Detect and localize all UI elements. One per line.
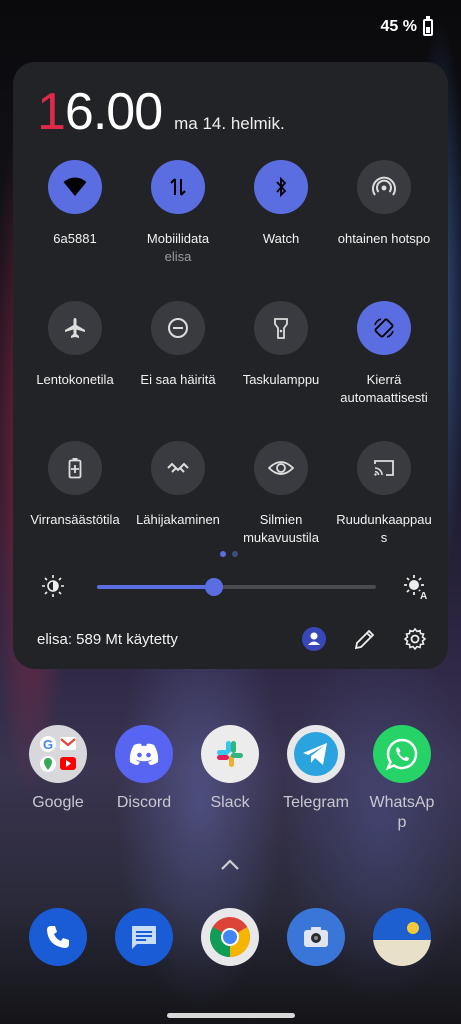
app-label: Discord	[116, 794, 172, 811]
telegram-icon[interactable]	[287, 725, 345, 783]
clock-row: 16.00 ma 14. helmik.	[37, 82, 285, 142]
user-icon[interactable]	[301, 626, 327, 652]
data-usage-text[interactable]: elisa: 589 Mt käytetty	[37, 631, 275, 648]
quick-settings-footer: elisa: 589 Mt käytetty	[37, 627, 427, 651]
brightness-row: A	[41, 574, 431, 602]
chrome-icon[interactable]	[201, 908, 259, 966]
quick-settings-panel: 16.00 ma 14. helmik. 6a5881 Mobiilidata …	[13, 62, 448, 669]
dock-weather[interactable]	[359, 908, 445, 966]
discord-icon[interactable]	[115, 725, 173, 783]
hotspot-icon[interactable]	[357, 160, 411, 214]
do-not-disturb-icon[interactable]	[151, 301, 205, 355]
tile-auto-rotate[interactable]: Kierrä automaattisesti	[332, 301, 436, 407]
tile-label: 6a5881	[53, 231, 97, 246]
tile-label: Kierrä	[366, 372, 402, 387]
nearby-share-icon[interactable]	[151, 441, 205, 495]
tile-label: Ruudunkaappau	[336, 512, 432, 527]
clock-rest: 6.00	[64, 83, 163, 141]
auto-brightness-icon[interactable]: A	[403, 574, 429, 605]
tile-flashlight[interactable]: Taskulamppu	[229, 301, 333, 389]
tile-wifi[interactable]: 6a5881	[23, 160, 127, 248]
messages-icon[interactable]	[115, 908, 173, 966]
app-label: WhatsAp p	[359, 793, 445, 833]
dock-messages[interactable]	[101, 908, 187, 966]
dock-camera[interactable]	[273, 908, 359, 966]
page-dot-active	[220, 551, 226, 557]
whatsapp-icon[interactable]	[373, 725, 431, 783]
tile-label: Ei saa häiritä	[140, 372, 216, 387]
settings-gear-icon[interactable]	[403, 627, 427, 651]
screen-cast-icon[interactable]	[357, 441, 411, 495]
brightness-thumb[interactable]	[205, 578, 224, 596]
google-folder-icon[interactable]: G	[29, 725, 87, 783]
tile-eye-comfort[interactable]: Silmien mukavuustila	[229, 441, 333, 547]
tile-sublabel: elisa	[164, 249, 192, 264]
brightness-slider[interactable]	[97, 578, 376, 596]
battery-icon	[423, 15, 433, 36]
app-drawer-chevron-icon[interactable]	[219, 858, 241, 877]
wifi-icon[interactable]	[48, 160, 102, 214]
home-gesture-bar[interactable]	[167, 1013, 295, 1018]
airplane-icon[interactable]	[48, 301, 102, 355]
clock-first-digit: 1	[37, 83, 66, 141]
tile-airplane-mode[interactable]: Lentokonetila	[23, 301, 127, 389]
flashlight-icon[interactable]	[254, 301, 308, 355]
app-label-line1: WhatsAp	[369, 794, 435, 811]
tile-label: Taskulamppu	[242, 372, 320, 387]
svg-text:A: A	[420, 591, 427, 600]
tile-bluetooth[interactable]: Watch	[229, 160, 333, 248]
tile-label: Virransäästötila	[30, 512, 120, 527]
clock[interactable]: 16.00	[37, 82, 163, 142]
dock-chrome[interactable]	[187, 908, 273, 966]
brightness-fill	[97, 585, 215, 589]
tile-label: Silmien	[259, 512, 303, 527]
app-label: Slack	[210, 794, 250, 811]
weather-icon[interactable]	[373, 908, 431, 966]
tile-do-not-disturb[interactable]: Ei saa häiritä	[126, 301, 230, 389]
dock-phone[interactable]	[15, 908, 101, 966]
app-whatsapp[interactable]: WhatsAp p	[359, 725, 445, 833]
tile-label: ohtainen hotspo	[337, 231, 431, 246]
page-indicator	[220, 551, 238, 557]
status-bar: 45 %	[380, 15, 433, 36]
auto-rotate-icon[interactable]	[357, 301, 411, 355]
page-dot	[232, 551, 238, 557]
tile-sublabel: mukavuustila	[243, 530, 319, 545]
app-slack[interactable]: Slack	[187, 725, 273, 813]
tile-screen-cast[interactable]: Ruudunkaappau s	[332, 441, 436, 547]
battery-saver-icon[interactable]	[48, 441, 102, 495]
tile-label: Watch	[262, 231, 300, 246]
tile-sublabel: automaattisesti	[340, 390, 428, 405]
tile-sublabel: s	[380, 530, 388, 545]
battery-percentage: 45 %	[380, 18, 417, 35]
app-telegram[interactable]: Telegram	[273, 725, 359, 813]
app-label: Telegram	[283, 794, 349, 811]
edit-icon[interactable]	[353, 627, 377, 651]
app-label-line2: p	[397, 814, 407, 831]
tile-nearby-share[interactable]: Lähijakaminen	[126, 441, 230, 529]
slack-icon[interactable]	[201, 725, 259, 783]
mobile-data-icon[interactable]	[151, 160, 205, 214]
tile-battery-saver[interactable]: Virransäästötila	[23, 441, 127, 529]
bluetooth-icon[interactable]	[254, 160, 308, 214]
app-discord[interactable]: Discord	[101, 725, 187, 813]
camera-icon[interactable]	[287, 908, 345, 966]
phone-icon[interactable]	[29, 908, 87, 966]
eye-comfort-icon[interactable]	[254, 441, 308, 495]
app-label: Google	[32, 794, 84, 811]
tile-mobile-data[interactable]: Mobiilidata elisa	[126, 160, 230, 266]
tile-label: Lentokonetila	[36, 372, 114, 387]
tile-label: Lähijakaminen	[136, 512, 220, 527]
tile-hotspot[interactable]: ohtainen hotspo	[332, 160, 436, 248]
app-google[interactable]: G Google	[15, 725, 101, 813]
brightness-low-icon	[41, 574, 65, 603]
tile-label: Mobiilidata	[146, 231, 210, 246]
svg-text:G: G	[43, 737, 53, 752]
date[interactable]: ma 14. helmik.	[174, 114, 285, 134]
